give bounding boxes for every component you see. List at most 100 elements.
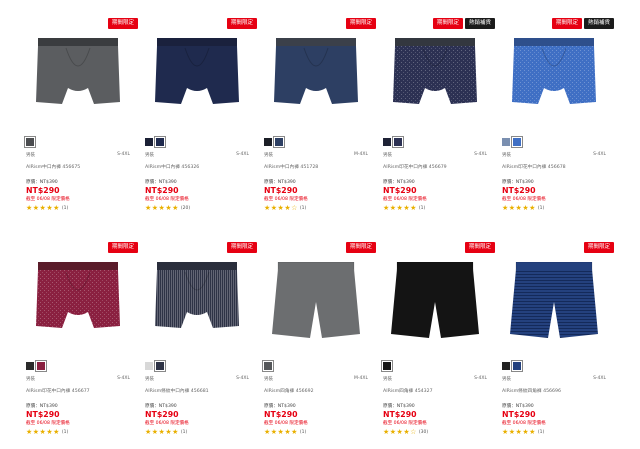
sale-price: NT$290 bbox=[264, 186, 298, 195]
original-price: 原價：NT$390 bbox=[502, 404, 534, 409]
product-image[interactable]: 期間限定 bbox=[26, 18, 138, 128]
size-range: S-4XL bbox=[236, 152, 249, 157]
rating: ★★★★★ (1) bbox=[383, 205, 487, 212]
size-range: M-4XL bbox=[354, 376, 368, 381]
meta-row: 男裝 S-4XL bbox=[26, 152, 130, 158]
product-card[interactable]: 期間限定 熱銷補貨 男裝 S-4XL AIRism印花中口內褲 456679 原價… bbox=[383, 18, 495, 212]
product-grid: 期間限定 男裝 S-4XL AIRism中口內褲 456675 原價：NT$39… bbox=[0, 0, 640, 449]
product-card[interactable]: 期間限定 男裝 S-4XL AIRism中口內褲 456675 原價：NT$39… bbox=[24, 18, 138, 212]
product-image[interactable]: 期間限定 bbox=[145, 242, 257, 352]
product-image[interactable]: 期間限定 熱銷補貨 bbox=[502, 18, 614, 128]
product-name[interactable]: AIRism印花中口內褲 456679 bbox=[383, 164, 487, 170]
color-swatch[interactable] bbox=[381, 360, 393, 372]
color-swatch[interactable] bbox=[262, 360, 274, 372]
review-count[interactable]: (1) bbox=[538, 205, 544, 212]
color-swatch[interactable] bbox=[154, 360, 166, 372]
product-card[interactable]: 期間限定 男裝 S-4XL AIRism四角褲 454327 原價：NT$390… bbox=[381, 242, 495, 436]
meta-row: 男裝 M-4XL bbox=[264, 152, 368, 158]
badge-group: 期間限定 熱銷補貨 bbox=[551, 18, 614, 29]
gender-label: 男裝 bbox=[383, 153, 392, 158]
sale-price: NT$290 bbox=[145, 186, 179, 195]
product-name[interactable]: AIRism四角褲 456692 bbox=[264, 388, 368, 394]
color-swatch[interactable] bbox=[145, 362, 153, 370]
product-card[interactable]: 期間限定 男裝 S-4XL AIRism中口內褲 456326 原價：NT$39… bbox=[145, 18, 257, 212]
product-image[interactable]: 期間限定 bbox=[26, 242, 138, 352]
product-image[interactable]: 期間限定 熱銷補貨 bbox=[383, 18, 495, 128]
star-rating-icon: ★★★★★ bbox=[145, 204, 179, 212]
sale-price: NT$290 bbox=[26, 186, 60, 195]
review-count[interactable]: (1) bbox=[62, 429, 68, 436]
underwear-image bbox=[389, 38, 481, 124]
underwear-image bbox=[32, 38, 124, 124]
limited-badge: 期間限定 bbox=[226, 242, 257, 253]
product-name[interactable]: AIRism條紋四角褲 456696 bbox=[502, 388, 606, 394]
color-swatch[interactable] bbox=[511, 136, 523, 148]
rating: ★★★★★ (1) bbox=[26, 429, 130, 436]
size-range: S-4XL bbox=[117, 376, 130, 381]
sale-price: NT$290 bbox=[145, 410, 179, 419]
meta-row: 男裝 S-4XL bbox=[26, 376, 130, 382]
product-name[interactable]: AIRism條紋中口內褲 456681 bbox=[145, 388, 249, 394]
product-name[interactable]: AIRism中口內褲 451728 bbox=[264, 164, 368, 170]
color-swatch[interactable] bbox=[511, 360, 523, 372]
review-count[interactable]: (1) bbox=[300, 429, 306, 436]
product-card[interactable]: 期間限定 男裝 S-4XL AIRism條紋四角褲 456696 原價：NT$3… bbox=[502, 242, 614, 436]
limited-badge: 期間限定 bbox=[345, 242, 376, 253]
color-swatch[interactable] bbox=[383, 138, 391, 146]
color-swatches bbox=[381, 360, 487, 372]
product-card[interactable]: 期間限定 男裝 S-4XL AIRism印花中口內褲 456677 原價：NT$… bbox=[26, 242, 138, 436]
gender-label: 男裝 bbox=[145, 153, 154, 158]
color-swatch[interactable] bbox=[502, 362, 510, 370]
color-swatch[interactable] bbox=[26, 362, 34, 370]
color-swatch[interactable] bbox=[392, 136, 404, 148]
product-image[interactable]: 期間限定 bbox=[264, 18, 376, 128]
sale-price: NT$290 bbox=[383, 410, 417, 419]
meta-row: 男裝 S-4XL bbox=[145, 152, 249, 158]
review-count[interactable]: (1) bbox=[181, 429, 187, 436]
color-swatch[interactable] bbox=[502, 138, 510, 146]
original-price: 原價：NT$390 bbox=[502, 180, 534, 185]
review-count[interactable]: (1) bbox=[300, 205, 306, 212]
star-rating-icon: ★★★★☆ bbox=[383, 428, 417, 436]
product-image[interactable]: 期間限定 bbox=[264, 242, 376, 352]
rating: ★★★★★ (20) bbox=[145, 205, 249, 212]
product-name[interactable]: AIRism印花中口內褲 456677 bbox=[26, 388, 130, 394]
promo-text: 截至 06/08 限定價格 bbox=[502, 197, 546, 202]
color-swatch[interactable] bbox=[273, 136, 285, 148]
underwear-image bbox=[508, 261, 600, 348]
review-count[interactable]: (1) bbox=[62, 205, 68, 212]
review-count[interactable]: (20) bbox=[181, 205, 190, 212]
product-name[interactable]: AIRism四角褲 454327 bbox=[383, 388, 487, 394]
review-count[interactable]: (1) bbox=[538, 429, 544, 436]
product-image[interactable]: 期間限定 bbox=[383, 242, 495, 352]
product-name[interactable]: AIRism印花中口內褲 456678 bbox=[502, 164, 606, 170]
sale-price: NT$290 bbox=[264, 410, 298, 419]
limited-badge: 期間限定 bbox=[432, 18, 463, 29]
color-swatch[interactable] bbox=[145, 138, 153, 146]
color-swatch[interactable] bbox=[24, 136, 36, 148]
product-card[interactable]: 期間限定 熱銷補貨 男裝 S-4XL AIRism印花中口內褲 456678 原價… bbox=[502, 18, 614, 212]
color-swatches bbox=[264, 136, 368, 148]
product-card[interactable]: 期間限定 男裝 M-4XL AIRism中口內褲 451728 原價：NT$39… bbox=[264, 18, 376, 212]
sale-price: NT$290 bbox=[502, 186, 536, 195]
color-swatches bbox=[24, 136, 130, 148]
star-rating-icon: ★★★★☆ bbox=[264, 204, 298, 212]
review-count[interactable]: (1) bbox=[419, 205, 425, 212]
limited-badge: 期間限定 bbox=[226, 18, 257, 29]
color-swatch[interactable] bbox=[264, 138, 272, 146]
star-rating-icon: ★★★★★ bbox=[26, 204, 60, 212]
color-swatch[interactable] bbox=[35, 360, 47, 372]
product-name[interactable]: AIRism中口內褲 456675 bbox=[26, 164, 130, 170]
product-image[interactable]: 期間限定 bbox=[145, 18, 257, 128]
promo-text: 截至 06/08 限定價格 bbox=[264, 197, 308, 202]
underwear-image bbox=[270, 261, 362, 348]
color-swatches bbox=[145, 136, 249, 148]
product-card[interactable]: 期間限定 男裝 S-4XL AIRism條紋中口內褲 456681 原價：NT$… bbox=[145, 242, 257, 436]
review-count[interactable]: (30) bbox=[419, 429, 428, 436]
star-rating-icon: ★★★★★ bbox=[502, 204, 536, 212]
product-card[interactable]: 期間限定 男裝 M-4XL AIRism四角褲 456692 原價：NT$390… bbox=[262, 242, 376, 436]
color-swatch[interactable] bbox=[154, 136, 166, 148]
product-image[interactable]: 期間限定 bbox=[502, 242, 614, 352]
product-name[interactable]: AIRism中口內褲 456326 bbox=[145, 164, 249, 170]
rating: ★★★★★ (1) bbox=[145, 429, 249, 436]
